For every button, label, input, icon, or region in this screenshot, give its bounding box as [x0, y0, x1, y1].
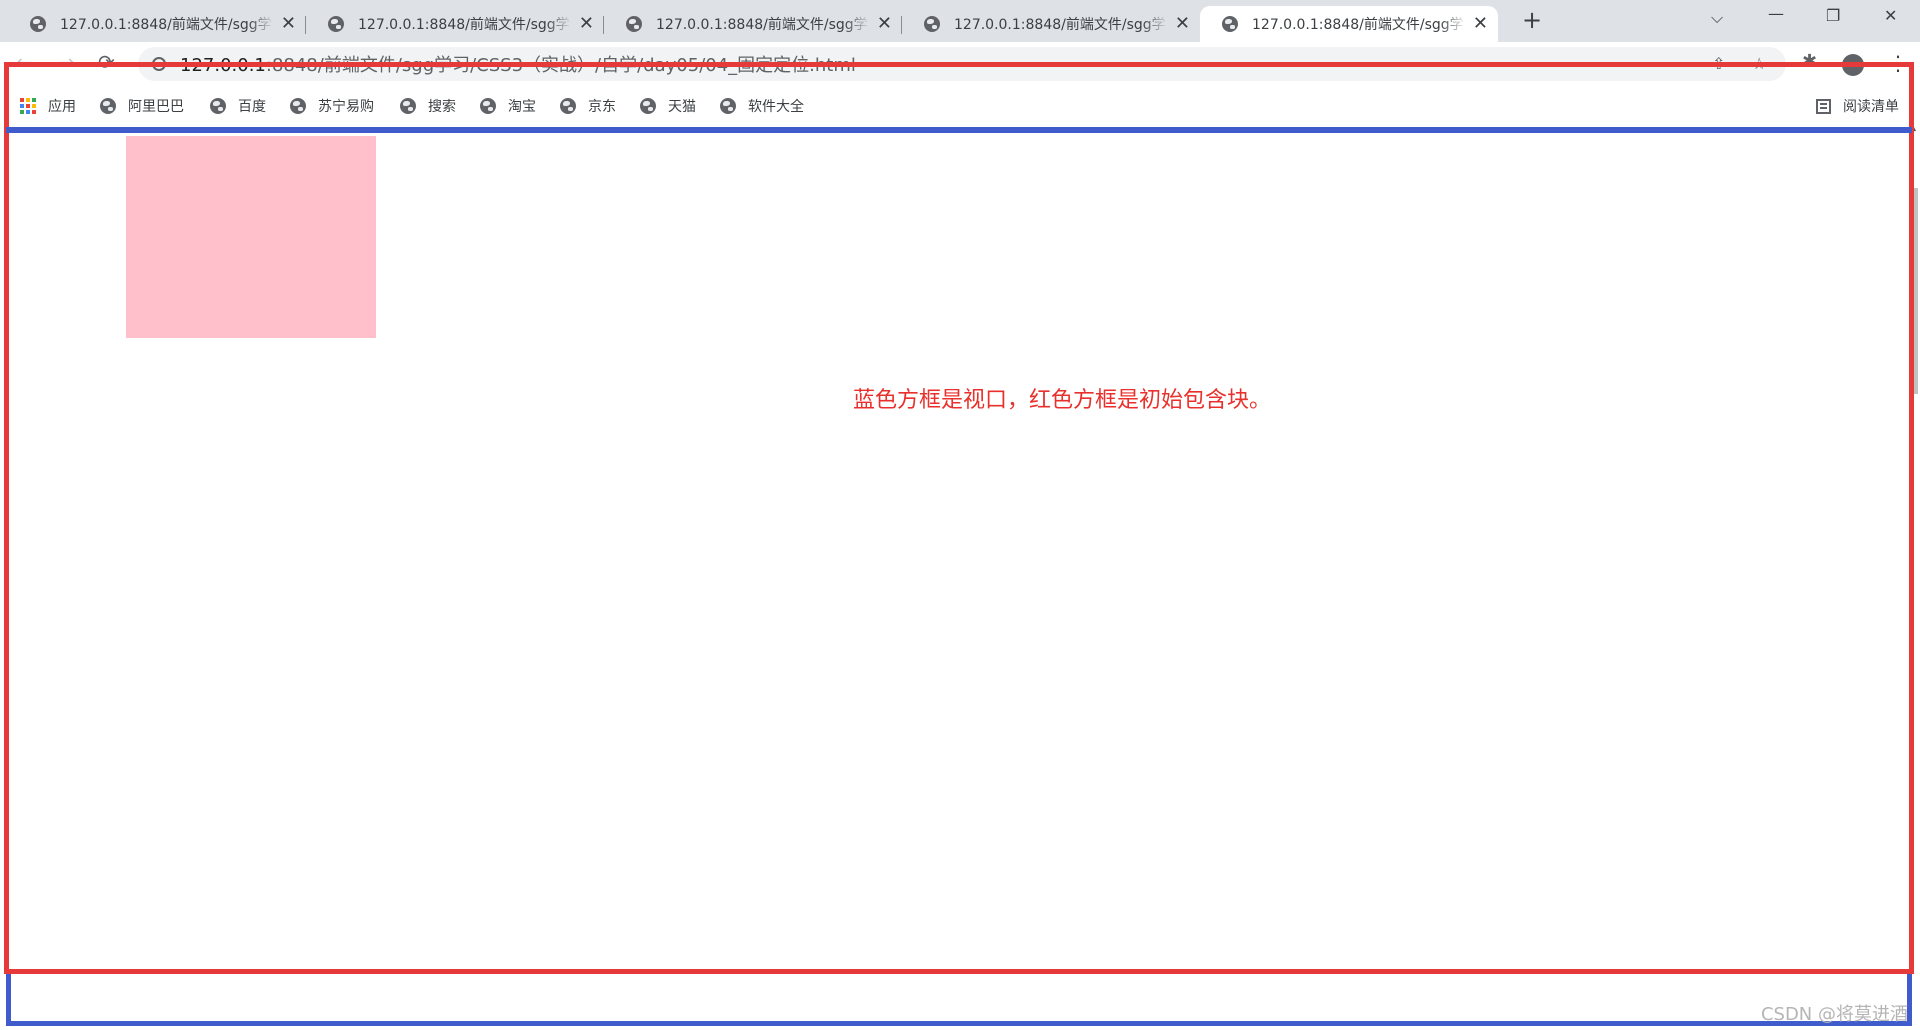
bookmark-item[interactable]: 百度	[210, 96, 266, 116]
page-viewport: 蓝色方框是视口，红色方框是初始包含块。 ▲	[0, 124, 1920, 1030]
bookmark-apps[interactable]: 应用	[20, 96, 76, 116]
globe-icon	[400, 98, 416, 114]
globe-icon	[1222, 16, 1238, 32]
minimize-icon[interactable]: —	[1768, 6, 1784, 22]
close-tab-icon[interactable]: ✕	[1175, 15, 1190, 33]
reading-list-label: 阅读清单	[1843, 99, 1899, 115]
watermark: CSDN @将莫进酒	[1760, 1004, 1908, 1025]
page-caption: 蓝色方框是视口，红色方框是初始包含块。	[853, 388, 1272, 413]
browser-tab[interactable]: 127.0.0.1:8848/前端文件/sgg学 ✕	[306, 6, 604, 42]
close-tab-icon[interactable]: ✕	[579, 15, 594, 33]
bookmark-label: 京东	[588, 99, 616, 115]
browser-tab[interactable]: 127.0.0.1:8848/前端文件/sgg学 ✕	[8, 6, 306, 42]
globe-icon	[560, 98, 576, 114]
tab-title: 127.0.0.1:8848/前端文件/sgg学	[1252, 17, 1464, 33]
tab-title: 127.0.0.1:8848/前端文件/sgg学	[954, 17, 1166, 33]
bookmark-item[interactable]: 天猫	[640, 96, 696, 116]
scroll-up-arrow-icon[interactable]: ▲	[1909, 124, 1916, 133]
browser-tab-active[interactable]: 127.0.0.1:8848/前端文件/sgg学 ✕	[1200, 6, 1498, 42]
tab-search-icon[interactable]: ⌵	[1711, 10, 1723, 26]
reading-list-icon	[1816, 98, 1831, 114]
bookmark-item[interactable]: 苏宁易购	[290, 96, 374, 116]
bookmark-label: 阿里巴巴	[128, 99, 184, 115]
bookmark-label: 天猫	[668, 99, 696, 115]
close-tab-icon[interactable]: ✕	[1473, 15, 1488, 33]
reading-list-button[interactable]: 阅读清单	[1816, 96, 1899, 116]
globe-icon	[640, 98, 656, 114]
url-text[interactable]: 127.0.0.1:8848/前端文件/sgg学习/CSS3（实战）/自学/da…	[180, 51, 856, 77]
browser-tab[interactable]: 127.0.0.1:8848/前端文件/sgg学 ✕	[604, 6, 902, 42]
globe-icon	[626, 16, 642, 32]
globe-icon	[924, 16, 940, 32]
bookmark-label: 淘宝	[508, 99, 536, 115]
fixed-positioned-box	[126, 136, 376, 338]
url-host: 127.0.0.1	[180, 55, 266, 76]
scrollbar-thumb[interactable]	[1910, 188, 1918, 394]
forward-icon[interactable]: →	[58, 52, 75, 72]
reload-icon[interactable]: ⟳	[98, 52, 115, 72]
site-info-icon[interactable]	[152, 57, 166, 71]
bookmark-label: 软件大全	[748, 99, 804, 115]
apps-grid-icon	[20, 98, 36, 114]
tab-title: 127.0.0.1:8848/前端文件/sgg学	[60, 17, 272, 33]
bookmark-star-icon[interactable]: ☆	[1752, 56, 1766, 72]
globe-icon	[210, 98, 226, 114]
restore-icon[interactable]: ❐	[1826, 8, 1840, 24]
back-icon[interactable]: ←	[16, 52, 33, 72]
vertical-scrollbar[interactable]: ▲	[1903, 124, 1920, 912]
globe-icon	[328, 16, 344, 32]
tab-strip: 127.0.0.1:8848/前端文件/sgg学 ✕ 127.0.0.1:884…	[0, 0, 1920, 42]
globe-icon	[290, 98, 306, 114]
close-tab-icon[interactable]: ✕	[877, 15, 892, 33]
browser-toolbar: ← → ⟳ 127.0.0.1:8848/前端文件/sgg学习/CSS3（实战）…	[0, 42, 1920, 88]
tab-title: 127.0.0.1:8848/前端文件/sgg学	[358, 17, 570, 33]
bookmark-item[interactable]: 软件大全	[720, 96, 804, 116]
bookmark-label: 应用	[48, 99, 76, 115]
bookmark-label: 苏宁易购	[318, 99, 374, 115]
bookmark-label: 百度	[238, 99, 266, 115]
browser-tab[interactable]: 127.0.0.1:8848/前端文件/sgg学 ✕	[902, 6, 1200, 42]
url-path: :8848/前端文件/sgg学习/CSS3（实战）/自学/day05/04_固定…	[265, 55, 856, 76]
bookmark-item[interactable]: 搜索	[400, 96, 456, 116]
new-tab-button[interactable]: +	[1522, 8, 1542, 32]
profile-avatar[interactable]	[1842, 54, 1864, 76]
bookmark-item[interactable]: 阿里巴巴	[100, 96, 184, 116]
globe-icon	[100, 98, 116, 114]
extensions-icon[interactable]: ✱	[1802, 53, 1817, 71]
window-close-icon[interactable]: ✕	[1884, 8, 1897, 24]
tab-title: 127.0.0.1:8848/前端文件/sgg学	[656, 17, 868, 33]
menu-icon[interactable]: ⋮	[1888, 53, 1908, 73]
close-tab-icon[interactable]: ✕	[281, 15, 296, 33]
globe-icon	[480, 98, 496, 114]
bookmark-label: 搜索	[428, 99, 456, 115]
globe-icon	[30, 16, 46, 32]
bookmark-item[interactable]: 淘宝	[480, 96, 536, 116]
globe-icon	[720, 98, 736, 114]
bookmark-item[interactable]: 京东	[560, 96, 616, 116]
share-icon[interactable]: ⇪	[1712, 56, 1725, 72]
address-bar[interactable]: 127.0.0.1:8848/前端文件/sgg学习/CSS3（实战）/自学/da…	[138, 47, 1786, 81]
bookmarks-bar: 应用 阿里巴巴 百度 苏宁易购 搜索 淘宝 京东 天猫 软件大全 阅读清单	[0, 88, 1920, 124]
